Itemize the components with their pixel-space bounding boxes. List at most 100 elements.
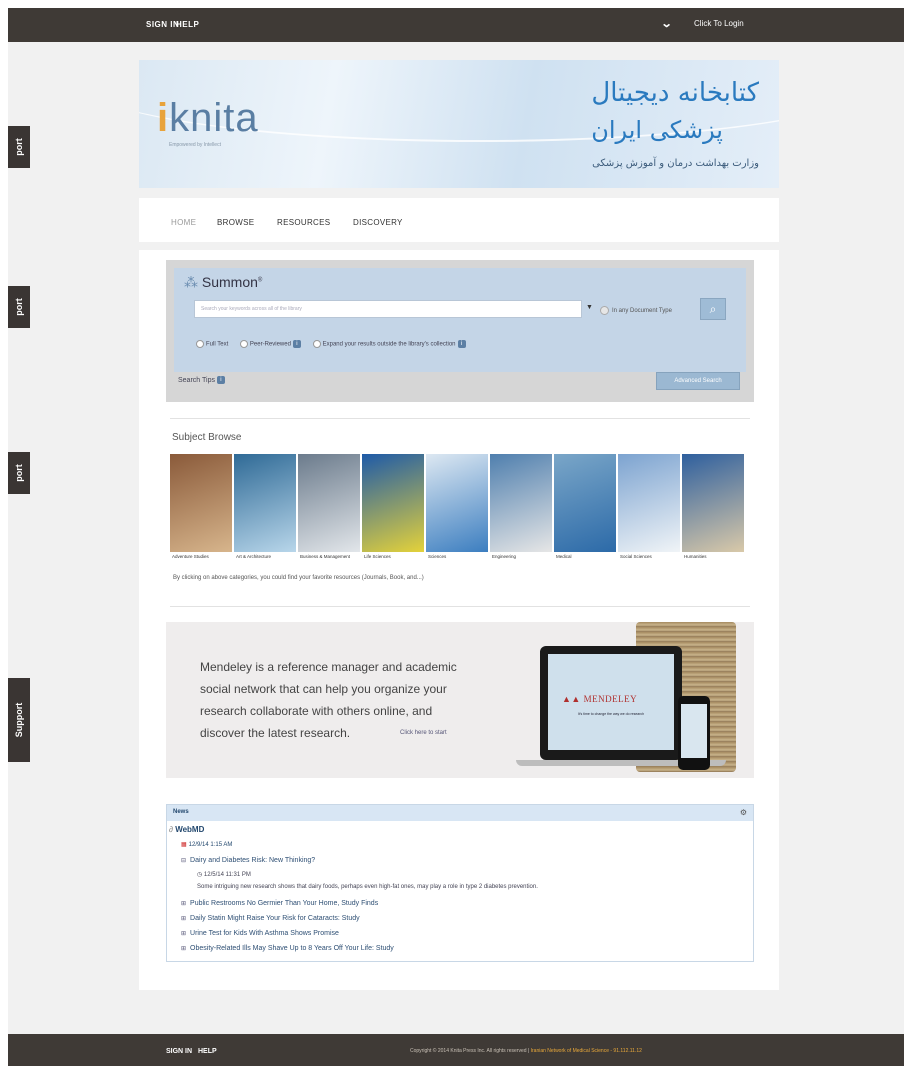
subject-tile[interactable]: Medical (554, 454, 616, 562)
subject-browse-title: Subject Browse (172, 432, 242, 443)
copyright-text: Copyright © 2014 Knita Press Inc. All ri… (410, 1048, 642, 1054)
subject-tile[interactable]: Sciences (426, 454, 488, 562)
divider (170, 606, 750, 607)
banner: iknita Empowered by Intellect کتابخانه د… (139, 60, 779, 188)
subject-tile-caption: Sciences (426, 552, 488, 562)
expand-results-checkbox[interactable] (312, 340, 321, 348)
nav-discovery[interactable]: DISCOVERY (353, 218, 403, 227)
phone-image (678, 696, 710, 770)
divider (170, 418, 750, 419)
news-header: News ⚙ (167, 805, 753, 821)
info-icon[interactable]: i (457, 340, 466, 348)
subject-tile[interactable]: Engineering (490, 454, 552, 562)
bullet-icon: ⊞ (181, 916, 187, 922)
subject-tile-image (426, 454, 488, 552)
chevron-down-icon[interactable]: ⌄ (661, 17, 673, 30)
subject-tile[interactable]: Art & Architecture (234, 454, 296, 562)
bullet-icon: ⊞ (181, 946, 187, 952)
subject-tile-image (362, 454, 424, 552)
subject-tile-caption: Business & Management (298, 552, 360, 562)
subject-browse-note: By clicking on above categories, you cou… (173, 575, 424, 581)
help-link[interactable]: HELP (176, 20, 199, 29)
subject-tile[interactable]: Social Sciences (618, 454, 680, 562)
subject-tile-image (618, 454, 680, 552)
summon-search-box: ⁂ Summon® Search your keywords across al… (166, 260, 754, 402)
calendar-icon: ▦ (181, 842, 187, 848)
subject-tile[interactable]: Business & Management (298, 454, 360, 562)
mendeley-start-link[interactable]: Click here to start (400, 730, 447, 736)
subject-tile-image (682, 454, 744, 552)
search-button[interactable]: ⌕ (700, 298, 726, 320)
info-icon[interactable]: i (292, 340, 301, 348)
subject-tile-caption: Art & Architecture (234, 552, 296, 562)
search-tips[interactable]: Search Tips i (178, 376, 225, 384)
document-type-select[interactable]: In any Document Type (600, 306, 672, 315)
subject-tile-caption: Social Sciences (618, 552, 680, 562)
support-tab[interactable]: port (8, 286, 30, 328)
news-item[interactable]: ⊟ Dairy and Diabetes Risk: New Thinking? (181, 857, 315, 864)
footer-signin-link[interactable]: SIGN IN (166, 1048, 192, 1055)
radio-icon (600, 306, 609, 315)
bullet-icon: ⊟ (181, 858, 187, 864)
subject-tile-image (490, 454, 552, 552)
signin-link[interactable]: SIGN IN (146, 20, 179, 29)
top-bar: SIGN IN HELP ⌄ Click To Login (8, 8, 904, 42)
phone-screen (681, 704, 707, 758)
banner-subtitle-fa: پزشکی ایران (591, 116, 723, 144)
banner-title-fa: کتابخانه دیجیتال (591, 78, 759, 108)
peer-reviewed-checkbox[interactable] (239, 340, 248, 348)
iknita-logo[interactable]: iknita (157, 96, 259, 141)
subject-tile-caption: Adventure Studies (170, 552, 232, 562)
subject-tile-caption: Medical (554, 552, 616, 562)
news-date: ▦ 12/9/14 1:15 AM (181, 842, 233, 848)
info-icon: i (216, 376, 225, 384)
dropdown-arrow-icon[interactable]: ▼ (586, 304, 593, 311)
mendeley-promo: Mendeley is a reference manager and acad… (166, 622, 754, 778)
subject-tile[interactable]: Adventure Studies (170, 454, 232, 562)
main-nav: HOME BROWSE RESOURCES DISCOVERY (139, 198, 779, 242)
subject-tiles: Adventure Studies Art & Architecture Busin… (170, 454, 746, 562)
feed-icon: ∂ (169, 825, 173, 834)
summon-logo-icon: ⁂ (184, 274, 198, 290)
nav-browse[interactable]: BROWSE (217, 218, 254, 227)
support-tab[interactable]: Support (8, 678, 30, 762)
support-tab[interactable]: port (8, 452, 30, 494)
subject-tile-image (170, 454, 232, 552)
summon-inner: ⁂ Summon® Search your keywords across al… (174, 268, 746, 372)
news-title: News (173, 809, 189, 815)
fulltext-checkbox[interactable] (196, 340, 204, 348)
news-item[interactable]: ⊞ Daily Statin Might Raise Your Risk for … (181, 915, 360, 922)
bullet-icon: ⊞ (181, 931, 187, 937)
summon-title: ⁂ Summon® (184, 274, 263, 290)
nav-resources[interactable]: RESOURCES (277, 218, 330, 227)
support-tab[interactable]: port (8, 126, 30, 168)
news-item[interactable]: ⊞ Public Restrooms No Germier Than Your H… (181, 900, 378, 907)
news-item-time: ◷ 12/5/14 11:31 PM (197, 872, 251, 878)
gear-icon[interactable]: ⚙ (740, 808, 747, 817)
news-widget: News ⚙ ∂ WebMD ▦ 12/9/14 1:15 AM ⊟ Dairy a… (166, 804, 754, 962)
footer-help-link[interactable]: HELP (198, 1048, 217, 1055)
login-link[interactable]: Click To Login (694, 19, 744, 28)
logo-subtitle: Empowered by Intellect (169, 142, 221, 148)
nav-home[interactable]: HOME (171, 218, 196, 227)
subject-tile-caption: Engineering (490, 552, 552, 562)
mendeley-tagline: It's time to change the way we do resear… (577, 712, 645, 716)
mendeley-logo: ▲▲ MENDELEY (562, 694, 638, 704)
clock-icon: ◷ (197, 872, 203, 878)
search-options: Full Text Peer-Reviewed i Expand your res… (196, 340, 466, 348)
advanced-search-button[interactable]: Advanced Search (656, 372, 740, 390)
subject-tile-image (298, 454, 360, 552)
search-input[interactable]: Search your keywords across all of the l… (194, 300, 582, 318)
subject-tile[interactable]: Humanities (682, 454, 744, 562)
bullet-icon: ⊞ (181, 901, 187, 907)
search-icon: ⌕ (709, 302, 717, 316)
laptop-screen: ▲▲ MENDELEY It's time to change the way … (548, 654, 674, 750)
news-source[interactable]: ∂ WebMD (169, 825, 204, 834)
news-item[interactable]: ⊞ Urine Test for Kids With Asthma Shows P… (181, 930, 339, 937)
subject-tile-caption: Life Sciences (362, 552, 424, 562)
subject-tile[interactable]: Life Sciences (362, 454, 424, 562)
subject-tile-image (554, 454, 616, 552)
footer: SIGN IN HELP Copyright © 2014 Knita Pres… (8, 1034, 904, 1066)
news-item[interactable]: ⊞ Obesity-Related Ills May Shave Up to 8 … (181, 945, 394, 952)
laptop-image: ▲▲ MENDELEY It's time to change the way … (540, 646, 682, 760)
